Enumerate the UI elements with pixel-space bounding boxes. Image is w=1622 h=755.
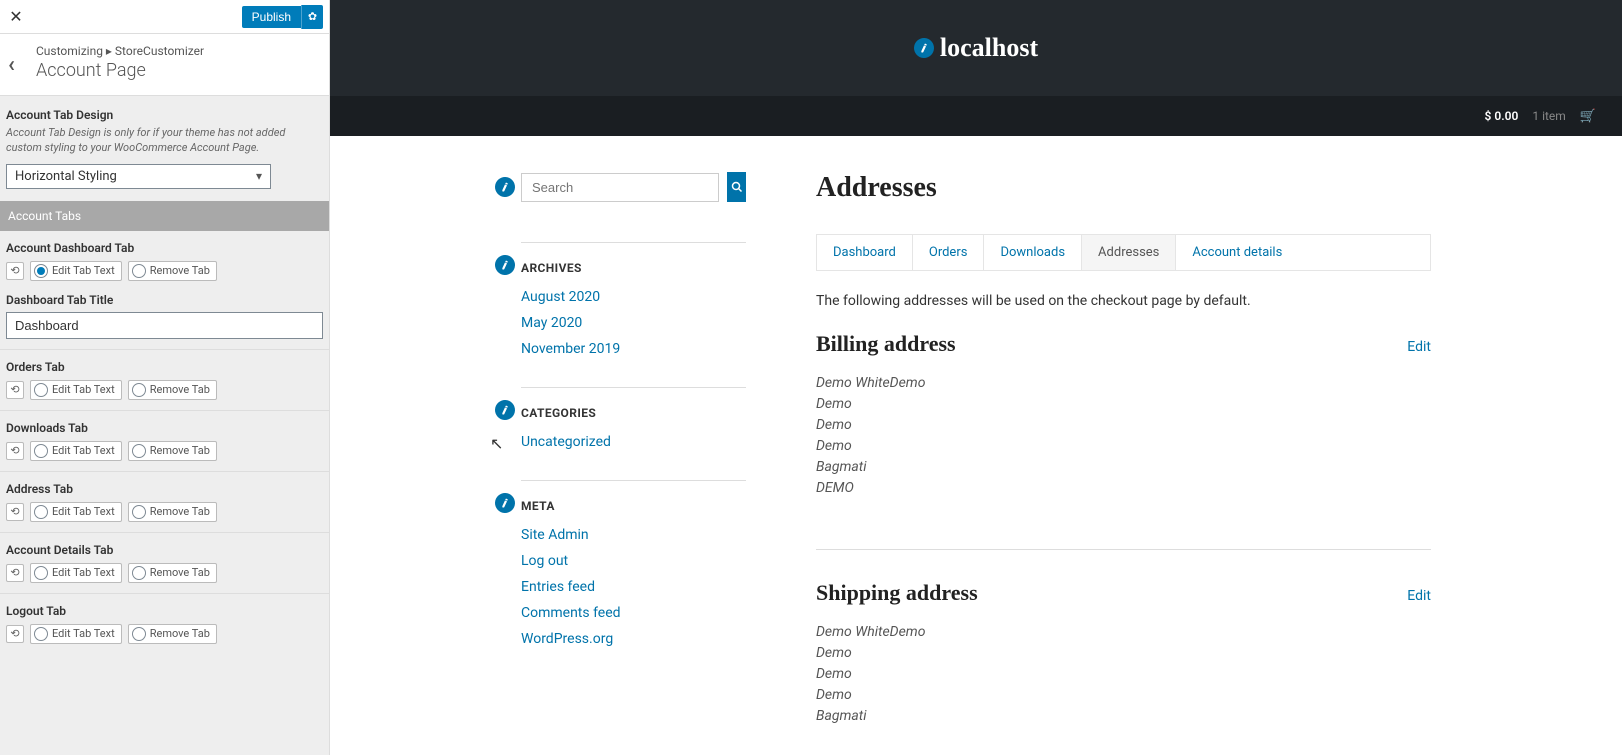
edit-tab-text-radio[interactable]: Edit Tab Text [30, 261, 122, 281]
widget-title: META [521, 499, 746, 513]
tab-section-label: Account Details Tab [6, 543, 323, 557]
account-tab-orders[interactable]: Orders [912, 235, 984, 270]
edit-tab-text-radio[interactable]: Edit Tab Text [30, 624, 122, 644]
remove-tab-radio[interactable]: Remove Tab [128, 380, 217, 400]
dashboard-subtitle-label: Dashboard Tab Title [6, 293, 323, 307]
edit-billing-link[interactable]: Edit [1407, 339, 1431, 355]
widget-link[interactable]: Site Admin [521, 527, 589, 543]
edit-icon[interactable] [492, 252, 518, 278]
shipping-title: Shipping address [816, 580, 978, 606]
edit-shipping-link[interactable]: Edit [1407, 588, 1431, 604]
reset-button[interactable]: ⟲ [6, 625, 24, 643]
publish-settings-button[interactable]: ✿ [301, 5, 323, 29]
account-tab-dashboard[interactable]: Dashboard [816, 235, 912, 270]
page-title: Addresses [816, 172, 1431, 204]
edit-tab-text-radio[interactable]: Edit Tab Text [30, 563, 122, 583]
edit-icon[interactable] [492, 397, 518, 423]
archives-widget: ARCHIVES August 2020 May 2020 November 201… [521, 242, 746, 357]
billing-address: Demo WhiteDemoDemoDemoDemoBagmatiDEMO [816, 373, 1431, 499]
dashboard-title-input[interactable] [6, 312, 323, 339]
tab-section-label: Logout Tab [6, 604, 323, 618]
account-tab-downloads[interactable]: Downloads [983, 235, 1081, 270]
design-label: Account Tab Design [6, 108, 323, 122]
tab-design-select[interactable]: Horizontal Styling [6, 164, 271, 189]
categories-widget: CATEGORIES Uncategorized [521, 387, 746, 450]
account-tab-account-details[interactable]: Account details [1175, 235, 1298, 270]
widget-link[interactable]: Log out [521, 553, 568, 569]
widget-link[interactable]: August 2020 [521, 289, 600, 305]
cart-icon[interactable]: 🛒 [1580, 109, 1596, 124]
publish-button[interactable]: Publish [242, 6, 301, 28]
edit-icon[interactable] [492, 174, 518, 200]
site-header: localhost [330, 0, 1622, 96]
edit-tab-text-radio[interactable]: Edit Tab Text [30, 380, 122, 400]
edit-tab-text-radio[interactable]: Edit Tab Text [30, 502, 122, 522]
remove-tab-radio[interactable]: Remove Tab [128, 624, 217, 644]
widget-link[interactable]: Entries feed [521, 579, 595, 595]
widget-title: ARCHIVES [521, 261, 746, 275]
mini-cart-bar: $ 0.00 1 item 🛒 [330, 96, 1622, 136]
edit-icon[interactable] [911, 35, 937, 61]
close-customizer-button[interactable]: ✕ [6, 7, 26, 27]
cart-items-count: 1 item [1532, 109, 1565, 123]
intro-text: The following addresses will be used on … [816, 293, 1431, 309]
remove-tab-radio[interactable]: Remove Tab [128, 441, 217, 461]
remove-tab-radio[interactable]: Remove Tab [128, 563, 217, 583]
widget-link[interactable]: Comments feed [521, 605, 621, 621]
tab-section-label: Orders Tab [6, 360, 323, 374]
remove-tab-radio[interactable]: Remove Tab [128, 502, 217, 522]
edit-tab-text-radio[interactable]: Edit Tab Text [30, 441, 122, 461]
widget-link[interactable]: November 2019 [521, 341, 620, 357]
widget-link[interactable]: WordPress.org [521, 631, 613, 647]
widget-link[interactable]: May 2020 [521, 315, 582, 331]
reset-button[interactable]: ⟲ [6, 503, 24, 521]
widget-title: CATEGORIES [521, 406, 746, 420]
shipping-address: Demo WhiteDemoDemoDemoDemoBagmati [816, 622, 1431, 727]
search-button[interactable] [727, 172, 746, 202]
cart-total: $ 0.00 [1485, 109, 1519, 123]
tab-section-label: Address Tab [6, 482, 323, 496]
reset-button[interactable]: ⟲ [6, 564, 24, 582]
remove-tab-radio[interactable]: Remove Tab [128, 261, 217, 281]
breadcrumb: Customizing ▸ StoreCustomizer [36, 44, 315, 58]
account-tab-addresses[interactable]: Addresses [1081, 235, 1175, 270]
edit-icon[interactable] [492, 490, 518, 516]
reset-button[interactable]: ⟲ [6, 262, 24, 280]
design-desc: Account Tab Design is only for if your t… [6, 126, 323, 156]
back-button[interactable]: ‹ [8, 52, 15, 77]
account-tabs-header: Account Tabs [0, 201, 329, 231]
account-tabs-nav: DashboardOrdersDownloadsAddressesAccount… [816, 234, 1431, 271]
tab-section-label: Account Dashboard Tab [6, 241, 323, 255]
meta-widget: META Site Admin Log out Entries feed Commen… [521, 480, 746, 647]
reset-button[interactable]: ⟲ [6, 381, 24, 399]
search-input[interactable] [521, 173, 719, 202]
preview-pane: localhost $ 0.00 1 item 🛒 ARCHIVES Augus… [330, 0, 1622, 755]
tab-section-label: Downloads Tab [6, 421, 323, 435]
reset-button[interactable]: ⟲ [6, 442, 24, 460]
widget-link[interactable]: Uncategorized [521, 434, 611, 450]
customizer-sidebar: ✕ Publish ✿ ‹ Customizing ▸ StoreCustomi… [0, 0, 330, 755]
panel-title: Account Page [36, 60, 315, 81]
billing-title: Billing address [816, 331, 956, 357]
site-logo-text[interactable]: localhost [940, 33, 1038, 63]
